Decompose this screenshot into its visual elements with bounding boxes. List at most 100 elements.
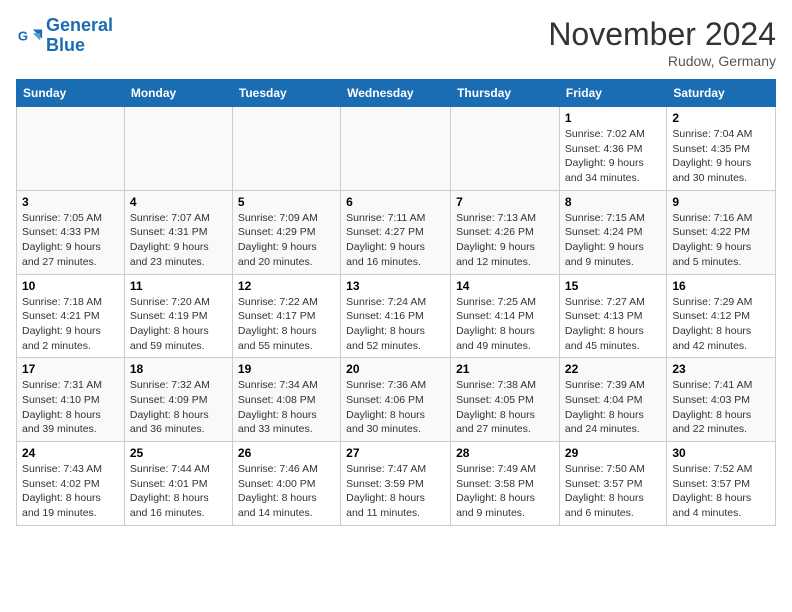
day-info: Sunrise: 7:31 AM Sunset: 4:10 PM Dayligh… — [22, 378, 119, 437]
week-row-3: 17 Sunrise: 7:31 AM Sunset: 4:10 PM Dayli… — [17, 358, 776, 442]
day-number: 20 — [346, 362, 445, 376]
calendar-cell: 6Sunrise: 7:11 AM Sunset: 4:27 PM Daylig… — [341, 190, 451, 274]
day-number: 24 — [22, 446, 119, 460]
logo-icon: G — [16, 22, 44, 50]
day-number: 14 — [456, 279, 554, 293]
logo-line2: Blue — [46, 35, 85, 55]
day-info: Sunrise: 7:50 AM Sunset: 3:57 PM Dayligh… — [565, 462, 661, 521]
day-number: 4 — [130, 195, 227, 209]
day-info: Sunrise: 7:13 AM Sunset: 4:26 PM Dayligh… — [456, 211, 554, 270]
calendar-cell — [124, 107, 232, 191]
calendar-table: Sunday Monday Tuesday Wednesday Thursday… — [16, 79, 776, 526]
day-info: Sunrise: 7:07 AM Sunset: 4:31 PM Dayligh… — [130, 211, 227, 270]
calendar-cell: 9 Sunrise: 7:16 AM Sunset: 4:22 PM Daylig… — [667, 190, 776, 274]
calendar-cell: 25 Sunrise: 7:44 AM Sunset: 4:01 PM Dayli… — [124, 442, 232, 526]
day-number: 26 — [238, 446, 335, 460]
day-info: Sunrise: 7:27 AM Sunset: 4:13 PM Dayligh… — [565, 295, 661, 354]
calendar-cell: 23Sunrise: 7:41 AM Sunset: 4:03 PM Dayli… — [667, 358, 776, 442]
day-info: Sunrise: 7:24 AM Sunset: 4:16 PM Dayligh… — [346, 295, 445, 354]
day-info: Sunrise: 7:52 AM Sunset: 3:57 PM Dayligh… — [672, 462, 770, 521]
day-info: Sunrise: 7:02 AM Sunset: 4:36 PM Dayligh… — [565, 127, 661, 186]
header-saturday: Saturday — [667, 80, 776, 107]
day-number: 29 — [565, 446, 661, 460]
day-number: 13 — [346, 279, 445, 293]
calendar-cell: 13 Sunrise: 7:24 AM Sunset: 4:16 PM Dayli… — [341, 274, 451, 358]
day-number: 30 — [672, 446, 770, 460]
day-number: 27 — [346, 446, 445, 460]
day-number: 7 — [456, 195, 554, 209]
logo-line1: General — [46, 15, 113, 35]
calendar-header: Sunday Monday Tuesday Wednesday Thursday… — [17, 80, 776, 107]
page-header: G General Blue November 2024 Rudow, Germ… — [16, 16, 776, 69]
title-block: November 2024 Rudow, Germany — [548, 16, 776, 69]
calendar-cell: 2 Sunrise: 7:04 AM Sunset: 4:35 PM Daylig… — [667, 107, 776, 191]
day-number: 28 — [456, 446, 554, 460]
day-number: 15 — [565, 279, 661, 293]
month-title: November 2024 — [548, 16, 776, 53]
day-number: 19 — [238, 362, 335, 376]
header-wednesday: Wednesday — [341, 80, 451, 107]
week-row-4: 24Sunrise: 7:43 AM Sunset: 4:02 PM Dayli… — [17, 442, 776, 526]
calendar-body: 1 Sunrise: 7:02 AM Sunset: 4:36 PM Daylig… — [17, 107, 776, 526]
day-number: 3 — [22, 195, 119, 209]
calendar-cell — [451, 107, 560, 191]
day-number: 11 — [130, 279, 227, 293]
header-tuesday: Tuesday — [232, 80, 340, 107]
calendar-cell: 5Sunrise: 7:09 AM Sunset: 4:29 PM Daylig… — [232, 190, 340, 274]
header-row: Sunday Monday Tuesday Wednesday Thursday… — [17, 80, 776, 107]
week-row-1: 3 Sunrise: 7:05 AM Sunset: 4:33 PM Daylig… — [17, 190, 776, 274]
calendar-cell: 19 Sunrise: 7:34 AM Sunset: 4:08 PM Dayli… — [232, 358, 340, 442]
location-subtitle: Rudow, Germany — [548, 53, 776, 69]
day-number: 18 — [130, 362, 227, 376]
day-info: Sunrise: 7:04 AM Sunset: 4:35 PM Dayligh… — [672, 127, 770, 186]
calendar-cell: 27Sunrise: 7:47 AM Sunset: 3:59 PM Dayli… — [341, 442, 451, 526]
svg-text:G: G — [18, 28, 28, 43]
day-info: Sunrise: 7:09 AM Sunset: 4:29 PM Dayligh… — [238, 211, 335, 270]
calendar-cell: 8 Sunrise: 7:15 AM Sunset: 4:24 PM Daylig… — [559, 190, 666, 274]
day-number: 2 — [672, 111, 770, 125]
day-number: 1 — [565, 111, 661, 125]
logo-text: General Blue — [46, 16, 113, 56]
day-info: Sunrise: 7:05 AM Sunset: 4:33 PM Dayligh… — [22, 211, 119, 270]
calendar-cell: 18Sunrise: 7:32 AM Sunset: 4:09 PM Dayli… — [124, 358, 232, 442]
calendar-cell: 11Sunrise: 7:20 AM Sunset: 4:19 PM Dayli… — [124, 274, 232, 358]
calendar-cell: 20 Sunrise: 7:36 AM Sunset: 4:06 PM Dayli… — [341, 358, 451, 442]
day-info: Sunrise: 7:18 AM Sunset: 4:21 PM Dayligh… — [22, 295, 119, 354]
day-number: 12 — [238, 279, 335, 293]
calendar-cell: 7 Sunrise: 7:13 AM Sunset: 4:26 PM Daylig… — [451, 190, 560, 274]
day-info: Sunrise: 7:36 AM Sunset: 4:06 PM Dayligh… — [346, 378, 445, 437]
day-info: Sunrise: 7:15 AM Sunset: 4:24 PM Dayligh… — [565, 211, 661, 270]
day-info: Sunrise: 7:16 AM Sunset: 4:22 PM Dayligh… — [672, 211, 770, 270]
day-number: 6 — [346, 195, 445, 209]
day-number: 9 — [672, 195, 770, 209]
calendar-cell: 24Sunrise: 7:43 AM Sunset: 4:02 PM Dayli… — [17, 442, 125, 526]
calendar-cell: 17 Sunrise: 7:31 AM Sunset: 4:10 PM Dayli… — [17, 358, 125, 442]
day-info: Sunrise: 7:34 AM Sunset: 4:08 PM Dayligh… — [238, 378, 335, 437]
calendar-cell: 16Sunrise: 7:29 AM Sunset: 4:12 PM Dayli… — [667, 274, 776, 358]
day-number: 10 — [22, 279, 119, 293]
day-number: 8 — [565, 195, 661, 209]
calendar-cell: 10 Sunrise: 7:18 AM Sunset: 4:21 PM Dayli… — [17, 274, 125, 358]
calendar-cell: 30 Sunrise: 7:52 AM Sunset: 3:57 PM Dayli… — [667, 442, 776, 526]
calendar-cell: 15 Sunrise: 7:27 AM Sunset: 4:13 PM Dayli… — [559, 274, 666, 358]
logo: G General Blue — [16, 16, 113, 56]
day-number: 17 — [22, 362, 119, 376]
calendar-cell: 29 Sunrise: 7:50 AM Sunset: 3:57 PM Dayli… — [559, 442, 666, 526]
day-info: Sunrise: 7:25 AM Sunset: 4:14 PM Dayligh… — [456, 295, 554, 354]
calendar-cell — [17, 107, 125, 191]
calendar-cell: 22 Sunrise: 7:39 AM Sunset: 4:04 PM Dayli… — [559, 358, 666, 442]
calendar-cell: 3 Sunrise: 7:05 AM Sunset: 4:33 PM Daylig… — [17, 190, 125, 274]
day-number: 25 — [130, 446, 227, 460]
calendar-cell: 26Sunrise: 7:46 AM Sunset: 4:00 PM Dayli… — [232, 442, 340, 526]
week-row-2: 10 Sunrise: 7:18 AM Sunset: 4:21 PM Dayli… — [17, 274, 776, 358]
day-info: Sunrise: 7:44 AM Sunset: 4:01 PM Dayligh… — [130, 462, 227, 521]
day-number: 21 — [456, 362, 554, 376]
calendar-cell — [341, 107, 451, 191]
day-number: 22 — [565, 362, 661, 376]
header-sunday: Sunday — [17, 80, 125, 107]
day-info: Sunrise: 7:39 AM Sunset: 4:04 PM Dayligh… — [565, 378, 661, 437]
calendar-cell: 12Sunrise: 7:22 AM Sunset: 4:17 PM Dayli… — [232, 274, 340, 358]
day-number: 23 — [672, 362, 770, 376]
calendar-cell: 1 Sunrise: 7:02 AM Sunset: 4:36 PM Daylig… — [559, 107, 666, 191]
day-info: Sunrise: 7:29 AM Sunset: 4:12 PM Dayligh… — [672, 295, 770, 354]
